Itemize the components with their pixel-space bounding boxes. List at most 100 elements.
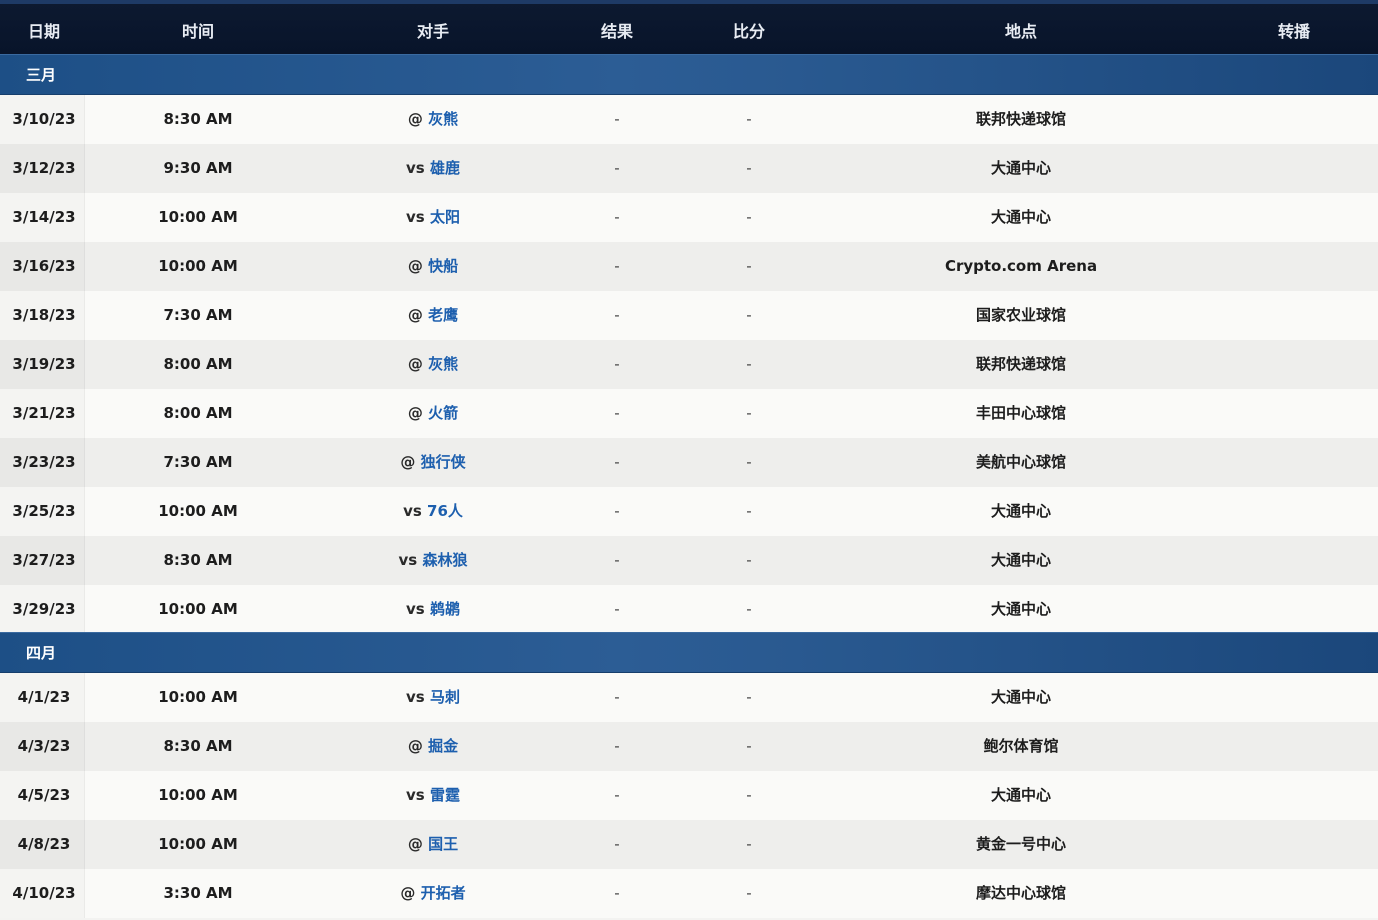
opponent-team-link[interactable]: 鹈鹕 <box>430 600 460 618</box>
game-venue: 大通中心 <box>990 551 1052 569</box>
opponent-team-link[interactable]: 老鹰 <box>428 306 458 324</box>
table-row: 4/10/23 3:30 AM @ 开拓者 - - 摩达中心球馆 <box>0 869 1378 918</box>
game-time: 10:00 AM <box>158 786 238 804</box>
game-time: 8:00 AM <box>163 404 233 422</box>
opponent-cell: @ 独行侠 <box>400 438 465 487</box>
home-away-indicator: vs <box>403 502 422 520</box>
game-time: 10:00 AM <box>158 600 238 618</box>
game-venue: 大通中心 <box>990 600 1052 618</box>
home-away-indicator: vs <box>398 551 418 569</box>
game-time: 10:00 AM <box>158 835 238 853</box>
game-time: 9:30 AM <box>163 159 233 177</box>
game-venue: 鲍尔体育馆 <box>983 737 1059 755</box>
opponent-cell: vs 鹈鹕 <box>406 585 460 634</box>
game-result: - <box>614 257 620 275</box>
home-away-indicator: @ <box>407 110 423 128</box>
home-away-indicator: vs <box>406 208 425 226</box>
game-result: - <box>614 600 620 618</box>
game-time: 3:30 AM <box>163 884 233 902</box>
home-away-indicator: vs <box>406 159 425 177</box>
table-row: 3/25/23 10:00 AM vs 76人 - - 大通中心 <box>0 487 1378 536</box>
opponent-cell: vs 太阳 <box>406 193 460 242</box>
game-result: - <box>614 355 620 373</box>
game-time: 7:30 AM <box>163 306 233 324</box>
game-score: - <box>746 453 752 471</box>
game-date: 4/1/23 <box>17 688 71 706</box>
game-venue: 摩达中心球馆 <box>975 884 1067 902</box>
header-time: 时间 <box>181 22 215 41</box>
table-row: 3/23/23 7:30 AM @ 独行侠 - - 美航中心球馆 <box>0 438 1378 487</box>
opponent-team-link[interactable]: 掘金 <box>428 737 458 755</box>
opponent-team-link[interactable]: 开拓者 <box>421 884 466 902</box>
game-venue: 国家农业球馆 <box>975 306 1067 324</box>
game-score: - <box>746 786 752 804</box>
home-away-indicator: @ <box>407 306 423 324</box>
header-venue: 地点 <box>1004 22 1038 41</box>
opponent-team-link[interactable]: 国王 <box>428 835 458 853</box>
opponent-team-link[interactable]: 马刺 <box>430 688 460 706</box>
game-time: 10:00 AM <box>158 208 238 226</box>
game-time: 8:30 AM <box>163 737 233 755</box>
opponent-team-link[interactable]: 76人 <box>427 502 463 520</box>
home-away-indicator: @ <box>400 884 416 902</box>
game-date: 4/5/23 <box>17 786 71 804</box>
game-score: - <box>746 159 752 177</box>
header-result: 结果 <box>600 22 634 41</box>
opponent-team-link[interactable]: 雄鹿 <box>430 159 460 177</box>
game-result: - <box>614 551 620 569</box>
home-away-indicator: @ <box>400 453 416 471</box>
table-row: 4/3/23 8:30 AM @ 掘金 - - 鲍尔体育馆 <box>0 722 1378 771</box>
game-time: 10:00 AM <box>158 502 238 520</box>
table-row: 3/10/23 8:30 AM @ 灰熊 - - 联邦快递球馆 <box>0 95 1378 144</box>
game-score: - <box>746 404 752 422</box>
game-date: 4/8/23 <box>17 835 71 853</box>
game-score: - <box>746 884 752 902</box>
header-opponent: 对手 <box>416 22 450 41</box>
game-score: - <box>746 835 752 853</box>
table-row: 3/21/23 8:00 AM @ 火箭 - - 丰田中心球馆 <box>0 389 1378 438</box>
table-row: 3/19/23 8:00 AM @ 灰熊 - - 联邦快递球馆 <box>0 340 1378 389</box>
game-date: 3/27/23 <box>12 551 76 569</box>
table-row: 3/27/23 8:30 AM vs 森林狼 - - 大通中心 <box>0 536 1378 585</box>
opponent-team-link[interactable]: 灰熊 <box>428 110 458 128</box>
game-score: - <box>746 600 752 618</box>
game-time: 10:00 AM <box>158 257 238 275</box>
home-away-indicator: vs <box>406 600 425 618</box>
opponent-team-link[interactable]: 快船 <box>428 257 458 275</box>
opponent-cell: @ 快船 <box>408 242 458 291</box>
header-date: 日期 <box>27 22 61 41</box>
opponent-cell: vs 雄鹿 <box>406 144 460 193</box>
opponent-team-link[interactable]: 太阳 <box>430 208 460 226</box>
opponent-team-link[interactable]: 灰熊 <box>428 355 458 373</box>
month-section-header: 三月 <box>0 54 1378 95</box>
game-venue: 大通中心 <box>990 688 1052 706</box>
game-score: - <box>746 502 752 520</box>
opponent-team-link[interactable]: 森林狼 <box>422 551 467 569</box>
game-venue: 大通中心 <box>990 786 1052 804</box>
home-away-indicator: @ <box>407 737 423 755</box>
game-date: 3/14/23 <box>12 208 76 226</box>
opponent-cell: @ 开拓者 <box>400 869 465 918</box>
opponent-cell: vs 雷霆 <box>406 771 460 820</box>
game-venue: 联邦快递球馆 <box>975 110 1067 128</box>
game-time: 8:30 AM <box>163 110 233 128</box>
header-broadcast: 转播 <box>1277 22 1311 41</box>
opponent-team-link[interactable]: 独行侠 <box>421 453 466 471</box>
opponent-team-link[interactable]: 雷霆 <box>430 786 460 804</box>
game-time: 7:30 AM <box>163 453 233 471</box>
table-row: 3/18/23 7:30 AM @ 老鹰 - - 国家农业球馆 <box>0 291 1378 340</box>
home-away-indicator: @ <box>407 355 423 373</box>
home-away-indicator: @ <box>407 257 423 275</box>
month-section-header: 四月 <box>0 632 1378 673</box>
game-result: - <box>614 502 620 520</box>
game-result: - <box>614 737 620 755</box>
game-score: - <box>746 110 752 128</box>
game-venue: 大通中心 <box>990 208 1052 226</box>
opponent-cell: vs 马刺 <box>406 673 460 722</box>
opponent-team-link[interactable]: 火箭 <box>428 404 458 422</box>
game-venue: 美航中心球馆 <box>975 453 1067 471</box>
game-result: - <box>614 884 620 902</box>
opponent-cell: @ 火箭 <box>408 389 458 438</box>
table-row: 4/1/23 10:00 AM vs 马刺 - - 大通中心 <box>0 673 1378 722</box>
game-result: - <box>614 159 620 177</box>
